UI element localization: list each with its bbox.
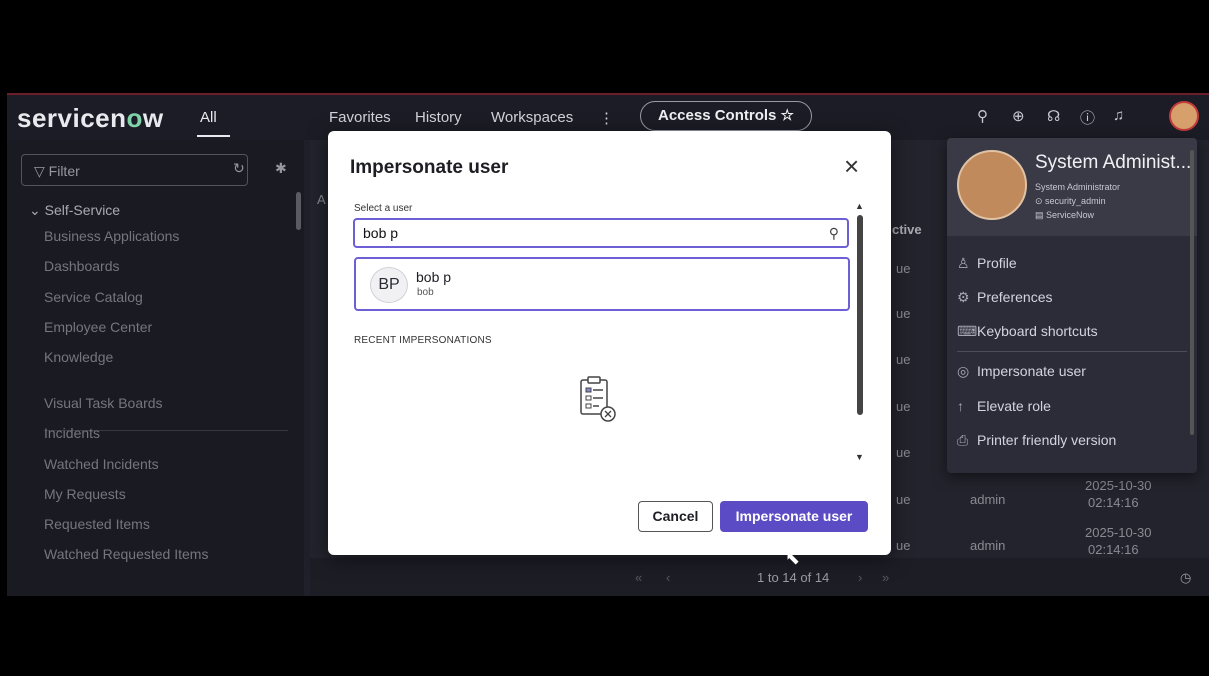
search-icon[interactable]: ⚲ [977, 107, 988, 125]
menu-item-label: Profile [977, 255, 1017, 271]
instance-text: ServiceNow [1046, 210, 1095, 220]
dialog-title: Impersonate user [350, 157, 509, 178]
nav-favorites[interactable]: Favorites [329, 109, 391, 126]
user-search-input[interactable]: bob p ⚲ [353, 218, 849, 248]
menu-item-label: Printer friendly version [977, 432, 1117, 448]
menu-divider [957, 351, 1187, 352]
user-initials-avatar: BP [370, 267, 408, 303]
chat-icon[interactable]: ☊ [1047, 107, 1060, 125]
search-icon[interactable]: ⚲ [829, 220, 839, 246]
select-user-label: Select a user [354, 203, 413, 214]
menu-item-profile[interactable]: ♙ Profile [957, 255, 1017, 272]
menu-item-elevate-role[interactable]: ↑ Elevate role [957, 398, 1051, 414]
keyboard-icon: ⌨ [957, 323, 978, 339]
nav-history[interactable]: History [415, 109, 462, 126]
all-tab-underline [197, 135, 230, 137]
scope-icon: ⊙ [1035, 196, 1046, 206]
close-icon[interactable]: × [844, 151, 859, 182]
user-result-option[interactable]: BP bob p bob [354, 257, 850, 311]
user-instance: ▤ ServiceNow [1035, 210, 1094, 221]
user-profile-photo [957, 150, 1027, 220]
nav-more-icon[interactable]: ⋮ [599, 109, 614, 127]
printer-icon: ⎙ [957, 432, 969, 448]
menu-item-impersonate-user[interactable]: ◎ Impersonate user [957, 363, 1086, 380]
empty-clipboard-icon [580, 376, 616, 422]
user-role: System Administrator [1035, 182, 1121, 192]
arrow-up-icon: ↑ [957, 398, 964, 414]
search-input-value: bob p [363, 225, 399, 241]
nav-workspaces[interactable]: Workspaces [491, 109, 573, 126]
servicenow-logo[interactable]: servicenow [17, 103, 164, 134]
scope-text: security_admin [1045, 196, 1106, 206]
person-icon: ♙ [957, 255, 970, 271]
user-scope: ⊙ security_admin [1035, 196, 1106, 207]
gear-icon: ⚙ [957, 289, 970, 305]
menu-item-label: Elevate role [977, 398, 1051, 414]
menu-item-label: Preferences [977, 289, 1053, 305]
logo-o: o [126, 103, 143, 133]
menu-item-keyboard-shortcuts[interactable]: ⌨Keyboard shortcuts [957, 323, 1098, 340]
notification-bell-icon[interactable]: ♫ [1113, 107, 1124, 124]
scroll-up-icon[interactable]: ▲ [855, 201, 864, 211]
user-menu-scrollbar[interactable] [1190, 150, 1194, 435]
menu-item-preferences[interactable]: ⚙ Preferences [957, 289, 1052, 306]
user-avatar[interactable] [1169, 101, 1199, 131]
all-menu-tab[interactable]: All [200, 109, 217, 126]
impersonate-user-button[interactable]: Impersonate user [720, 501, 868, 532]
user-display-name: System Administ... [1035, 152, 1192, 173]
eye-icon: ◎ [957, 363, 970, 379]
user-menu-header: System Administ... System Administrator … [947, 138, 1197, 236]
cancel-button[interactable]: Cancel [638, 501, 713, 532]
menu-item-label: Impersonate user [977, 363, 1086, 379]
recent-impersonations-heading: RECENT IMPERSONATIONS [354, 335, 492, 346]
menu-item-printer-friendly[interactable]: ⎙ Printer friendly version [957, 432, 1116, 449]
globe-icon[interactable]: ⊕ [1012, 107, 1025, 125]
user-menu-dropdown: System Administ... System Administrator … [947, 138, 1197, 473]
menu-item-label: Keyboard shortcuts [977, 323, 1098, 339]
instance-icon: ▤ [1035, 210, 1047, 220]
result-name: bob p [416, 269, 452, 285]
logo-w: w [142, 103, 164, 133]
help-icon[interactable]: ⓘ [1080, 107, 1095, 128]
mouse-pointer-icon: ⬉ [785, 548, 801, 568]
scroll-down-icon[interactable]: ▼ [855, 452, 864, 462]
access-controls-pill[interactable]: Access Controls ☆ [640, 101, 812, 131]
dialog-scrollbar[interactable] [857, 215, 863, 415]
logo-text: servicen [17, 103, 127, 133]
impersonate-user-dialog: Impersonate user × Select a user bob p ⚲… [328, 131, 891, 555]
result-username: bob [417, 287, 434, 298]
